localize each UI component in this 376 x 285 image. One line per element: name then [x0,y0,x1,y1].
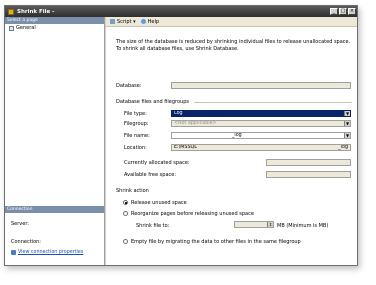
group-divider [194,102,352,103]
view-connection-properties-link[interactable]: View connection properties [11,250,83,255]
app-icon [8,8,14,15]
release-unused-radio[interactable] [123,200,128,205]
file-type-value: Log [174,111,183,116]
page-label: General [16,25,36,31]
location-field: E:\MSSQL _log [171,144,351,151]
file-name-value: _log [232,133,242,138]
window-title: Shrink File - [17,8,55,15]
title-bar: Shrink File - _ □ × [5,6,357,17]
help-button[interactable]: Help [140,18,160,25]
view-connection-properties-text[interactable]: View connection properties [18,250,83,255]
filegroup-select: <Not applicable> ▼ [171,120,351,127]
allocated-space-label: Currently allocated space: [124,160,190,166]
reorganize-radio[interactable] [123,211,128,216]
release-unused-label[interactable]: Release unused space [131,200,187,206]
maximize-button[interactable]: □ [339,8,347,15]
file-name-label: File name: [124,133,150,139]
empty-file-radio[interactable] [123,239,128,244]
shrink-action-label: Shrink action [116,188,149,194]
database-field[interactable] [171,82,351,89]
right-pane: Script ▾ Help The size of the database i… [106,17,357,265]
chevron-down-icon[interactable]: ▼ [344,133,350,138]
file-name-select[interactable]: _log ▼ [171,132,351,139]
chevron-down-icon[interactable]: ▼ [344,111,350,116]
server-label: Server: [11,221,29,227]
select-page-header: Select a page [5,17,104,24]
filegroup-label: Filegroup: [124,121,149,127]
location-suffix: _log [338,145,348,150]
mb-minimum-label: MB (Minimum is MB) [277,223,329,229]
properties-icon [11,250,16,255]
script-icon [110,19,115,24]
script-label: Script ▾ [117,18,136,25]
stepper-arrows-icon[interactable]: ↕ [267,222,273,227]
connection-label: Connection: [11,239,41,245]
connection-header: Connection [5,206,104,213]
chevron-down-icon: ▼ [344,121,350,126]
location-label: Location: [124,145,147,151]
empty-file-label[interactable]: Empty file by migrating the data to othe… [131,239,301,245]
allocated-space-field [266,159,351,166]
shrink-to-stepper[interactable]: ↕ [234,221,274,228]
toolbar: Script ▾ Help [106,17,357,27]
free-space-field [266,171,351,178]
free-space-label: Available free space: [124,172,177,178]
close-button[interactable]: × [348,8,356,15]
reorganize-label[interactable]: Reorganize pages before releasing unused… [131,211,254,217]
help-label: Help [147,18,160,25]
file-type-select[interactable]: Log ▼ [171,110,351,117]
script-button[interactable]: Script ▾ [110,19,136,25]
page-icon [9,25,14,31]
shrink-to-label: Shrink file to: [136,223,170,229]
files-group-label: Database files and filegroups [116,99,189,105]
file-type-label: File type: [124,111,147,117]
location-value: E:\MSSQL [174,145,197,150]
minimize-button[interactable]: _ [330,8,338,15]
filegroup-value: <Not applicable> [174,121,217,126]
database-label: Database: [116,83,142,89]
help-icon [140,19,146,24]
left-pane: Select a page General Connection Server:… [5,17,105,265]
page-item-general[interactable]: General [5,24,104,32]
shrink-file-dialog: Shrink File - _ □ × Select a page Genera… [4,5,358,266]
description-text: The size of the database is reduced by s… [116,39,351,52]
